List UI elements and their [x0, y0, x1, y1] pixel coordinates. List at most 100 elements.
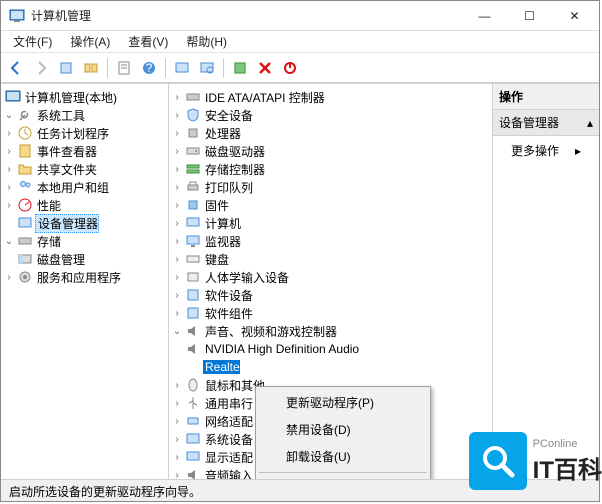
- hid-icon: [185, 269, 201, 285]
- cat-cpu[interactable]: ›处理器: [171, 124, 490, 142]
- tree-users[interactable]: ›本地用户和组: [3, 178, 166, 196]
- shield-icon: [185, 107, 201, 123]
- menu-action[interactable]: 操作(A): [62, 31, 118, 52]
- watermark: PConline IT百科: [469, 432, 602, 490]
- devmgr-icon: [17, 215, 33, 231]
- cat-printq[interactable]: ›打印队列: [171, 178, 490, 196]
- separator: [259, 472, 427, 473]
- expand-icon[interactable]: ›: [171, 128, 183, 139]
- network-icon: [185, 413, 201, 429]
- tree-task[interactable]: ›任务计划程序: [3, 124, 166, 142]
- expand-icon[interactable]: ›: [3, 146, 15, 157]
- cat-softcomp[interactable]: ›软件组件: [171, 304, 490, 322]
- cat-ide[interactable]: ›IDE ATA/ATAPI 控制器: [171, 88, 490, 106]
- expand-icon[interactable]: ›: [171, 398, 183, 409]
- expand-icon[interactable]: ›: [171, 272, 183, 283]
- tree-root[interactable]: 计算机管理(本地): [3, 88, 166, 106]
- left-tree-pane[interactable]: 计算机管理(本地) ⌄系统工具 ›任务计划程序 ›事件查看器 ›共享文件夹 ›本…: [1, 84, 169, 479]
- ctx-uninstall-device[interactable]: 卸载设备(U): [258, 443, 428, 470]
- software-icon: [185, 287, 201, 303]
- separator: [223, 58, 224, 78]
- ctx-update-driver[interactable]: 更新驱动程序(P): [258, 389, 428, 416]
- expand-icon[interactable]: ›: [171, 290, 183, 301]
- tb-update-icon[interactable]: [229, 57, 251, 79]
- actions-subheader[interactable]: 设备管理器 ▴: [493, 110, 599, 136]
- expand-icon[interactable]: ›: [171, 164, 183, 175]
- cat-diskdrv[interactable]: ›磁盘驱动器: [171, 142, 490, 160]
- titlebar[interactable]: 计算机管理 — ☐ ✕: [1, 1, 599, 31]
- tb-scan2-icon[interactable]: [196, 57, 218, 79]
- tb-scan-icon[interactable]: [171, 57, 193, 79]
- collapse-icon[interactable]: ▴: [587, 116, 593, 130]
- device-tree-pane[interactable]: ›IDE ATA/ATAPI 控制器 ›安全设备 ›处理器 ›磁盘驱动器 ›存储…: [169, 84, 493, 479]
- show-hide-button[interactable]: [80, 57, 102, 79]
- cat-firmware[interactable]: ›固件: [171, 196, 490, 214]
- cat-keyboard[interactable]: ›键盘: [171, 250, 490, 268]
- back-button[interactable]: [5, 57, 27, 79]
- menu-help[interactable]: 帮助(H): [178, 31, 235, 52]
- properties-button[interactable]: [113, 57, 135, 79]
- expand-icon[interactable]: ›: [171, 380, 183, 391]
- expand-icon[interactable]: ›: [3, 128, 15, 139]
- expand-icon[interactable]: ›: [171, 110, 183, 121]
- tb-disable-icon[interactable]: [279, 57, 301, 79]
- tree-eventv[interactable]: ›事件查看器: [3, 142, 166, 160]
- expand-icon[interactable]: ›: [171, 470, 183, 480]
- tree-services[interactable]: ›服务和应用程序: [3, 268, 166, 286]
- sysdev-icon: [185, 431, 201, 447]
- expand-icon[interactable]: ›: [171, 308, 183, 319]
- expand-icon[interactable]: ›: [171, 434, 183, 445]
- maximize-button[interactable]: ☐: [507, 2, 552, 30]
- tb-uninstall-icon[interactable]: [254, 57, 276, 79]
- expand-icon[interactable]: ›: [171, 236, 183, 247]
- cat-computer[interactable]: ›计算机: [171, 214, 490, 232]
- keyboard-icon: [185, 251, 201, 267]
- expand-icon[interactable]: ›: [171, 182, 183, 193]
- close-button[interactable]: ✕: [552, 2, 597, 30]
- chip-icon: [185, 197, 201, 213]
- tree-storage[interactable]: ⌄存储: [3, 232, 166, 250]
- collapse-icon[interactable]: ⌄: [171, 326, 183, 337]
- status-text: 启动所选设备的更新驱动程序向导。: [9, 485, 201, 499]
- expand-icon[interactable]: ›: [171, 146, 183, 157]
- expand-icon[interactable]: ›: [3, 200, 15, 211]
- minimize-button[interactable]: —: [462, 2, 507, 30]
- cat-monitor[interactable]: ›监视器: [171, 232, 490, 250]
- expand-icon[interactable]: ›: [171, 218, 183, 229]
- expand-icon[interactable]: ›: [3, 272, 15, 283]
- tree-devmgr[interactable]: 设备管理器: [3, 214, 166, 232]
- expand-icon[interactable]: ›: [3, 182, 15, 193]
- expand-icon[interactable]: ›: [171, 200, 183, 211]
- expand-icon[interactable]: ›: [171, 416, 183, 427]
- tree-systools[interactable]: ⌄系统工具: [3, 106, 166, 124]
- chevron-right-icon: ▸: [575, 144, 581, 158]
- collapse-icon[interactable]: ⌄: [3, 110, 15, 121]
- ctx-disable-device[interactable]: 禁用设备(D): [258, 416, 428, 443]
- ctx-scan-hardware[interactable]: 扫描检测硬件改动(A): [258, 475, 428, 479]
- dev-nvidia[interactable]: NVIDIA High Definition Audio: [171, 340, 490, 358]
- cat-security[interactable]: ›安全设备: [171, 106, 490, 124]
- up-button[interactable]: [55, 57, 77, 79]
- speaker-icon: [185, 323, 201, 339]
- expand-icon[interactable]: ›: [171, 92, 183, 103]
- watermark-big: IT百科: [533, 450, 602, 485]
- menu-view[interactable]: 查看(V): [120, 31, 176, 52]
- forward-button[interactable]: [30, 57, 52, 79]
- help-button[interactable]: ?: [138, 57, 160, 79]
- tree-shared[interactable]: ›共享文件夹: [3, 160, 166, 178]
- tree-perf[interactable]: ›性能: [3, 196, 166, 214]
- menu-file[interactable]: 文件(F): [5, 31, 60, 52]
- actions-more[interactable]: 更多操作 ▸: [493, 136, 599, 165]
- computer-icon: [5, 89, 21, 105]
- window-title: 计算机管理: [31, 7, 462, 24]
- collapse-icon[interactable]: ⌄: [3, 236, 15, 247]
- expand-icon[interactable]: ›: [171, 254, 183, 265]
- cat-sound[interactable]: ⌄声音、视频和游戏控制器: [171, 322, 490, 340]
- expand-icon[interactable]: ›: [171, 452, 183, 463]
- cat-softdev[interactable]: ›软件设备: [171, 286, 490, 304]
- dev-realtek[interactable]: Realte: [171, 358, 490, 376]
- tree-diskmgr[interactable]: 磁盘管理: [3, 250, 166, 268]
- cat-hid[interactable]: ›人体学输入设备: [171, 268, 490, 286]
- expand-icon[interactable]: ›: [3, 164, 15, 175]
- cat-storctl[interactable]: ›存储控制器: [171, 160, 490, 178]
